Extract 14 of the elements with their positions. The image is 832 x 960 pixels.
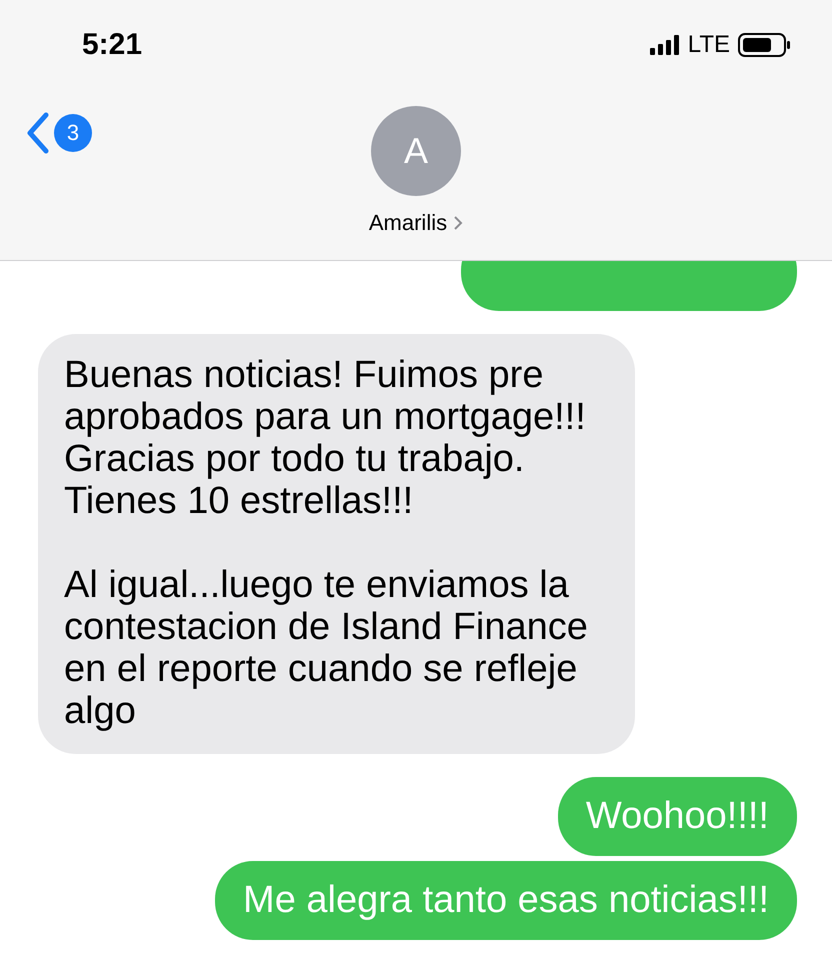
chevron-icon — [453, 215, 464, 231]
battery-icon — [738, 33, 792, 57]
message-text: Al igual...luego te enviamos la contestacion de Island Finance en el reporte cuando se refleje algo — [64, 564, 589, 732]
message-text: Me alegra tanto esas noticias!!! — [243, 879, 769, 921]
back-button[interactable]: 3 — [26, 112, 92, 154]
signal-icon — [650, 35, 680, 55]
network-label: LTE — [688, 31, 730, 59]
message-text: Woohoo!!!! — [586, 795, 769, 837]
contact-name[interactable]: Amarilis — [368, 210, 464, 236]
back-chevron-icon — [26, 112, 50, 154]
message-text: Buenas noticias! Fuimos pre aprobados para un mortgage!!! Gracias por todo tu trabajo. Tienes 10 estrellas!!! — [64, 354, 587, 522]
unread-count: 3 — [54, 114, 92, 152]
status-time: 5:21 — [82, 28, 142, 62]
contact-avatar[interactable]: A — [371, 106, 461, 196]
